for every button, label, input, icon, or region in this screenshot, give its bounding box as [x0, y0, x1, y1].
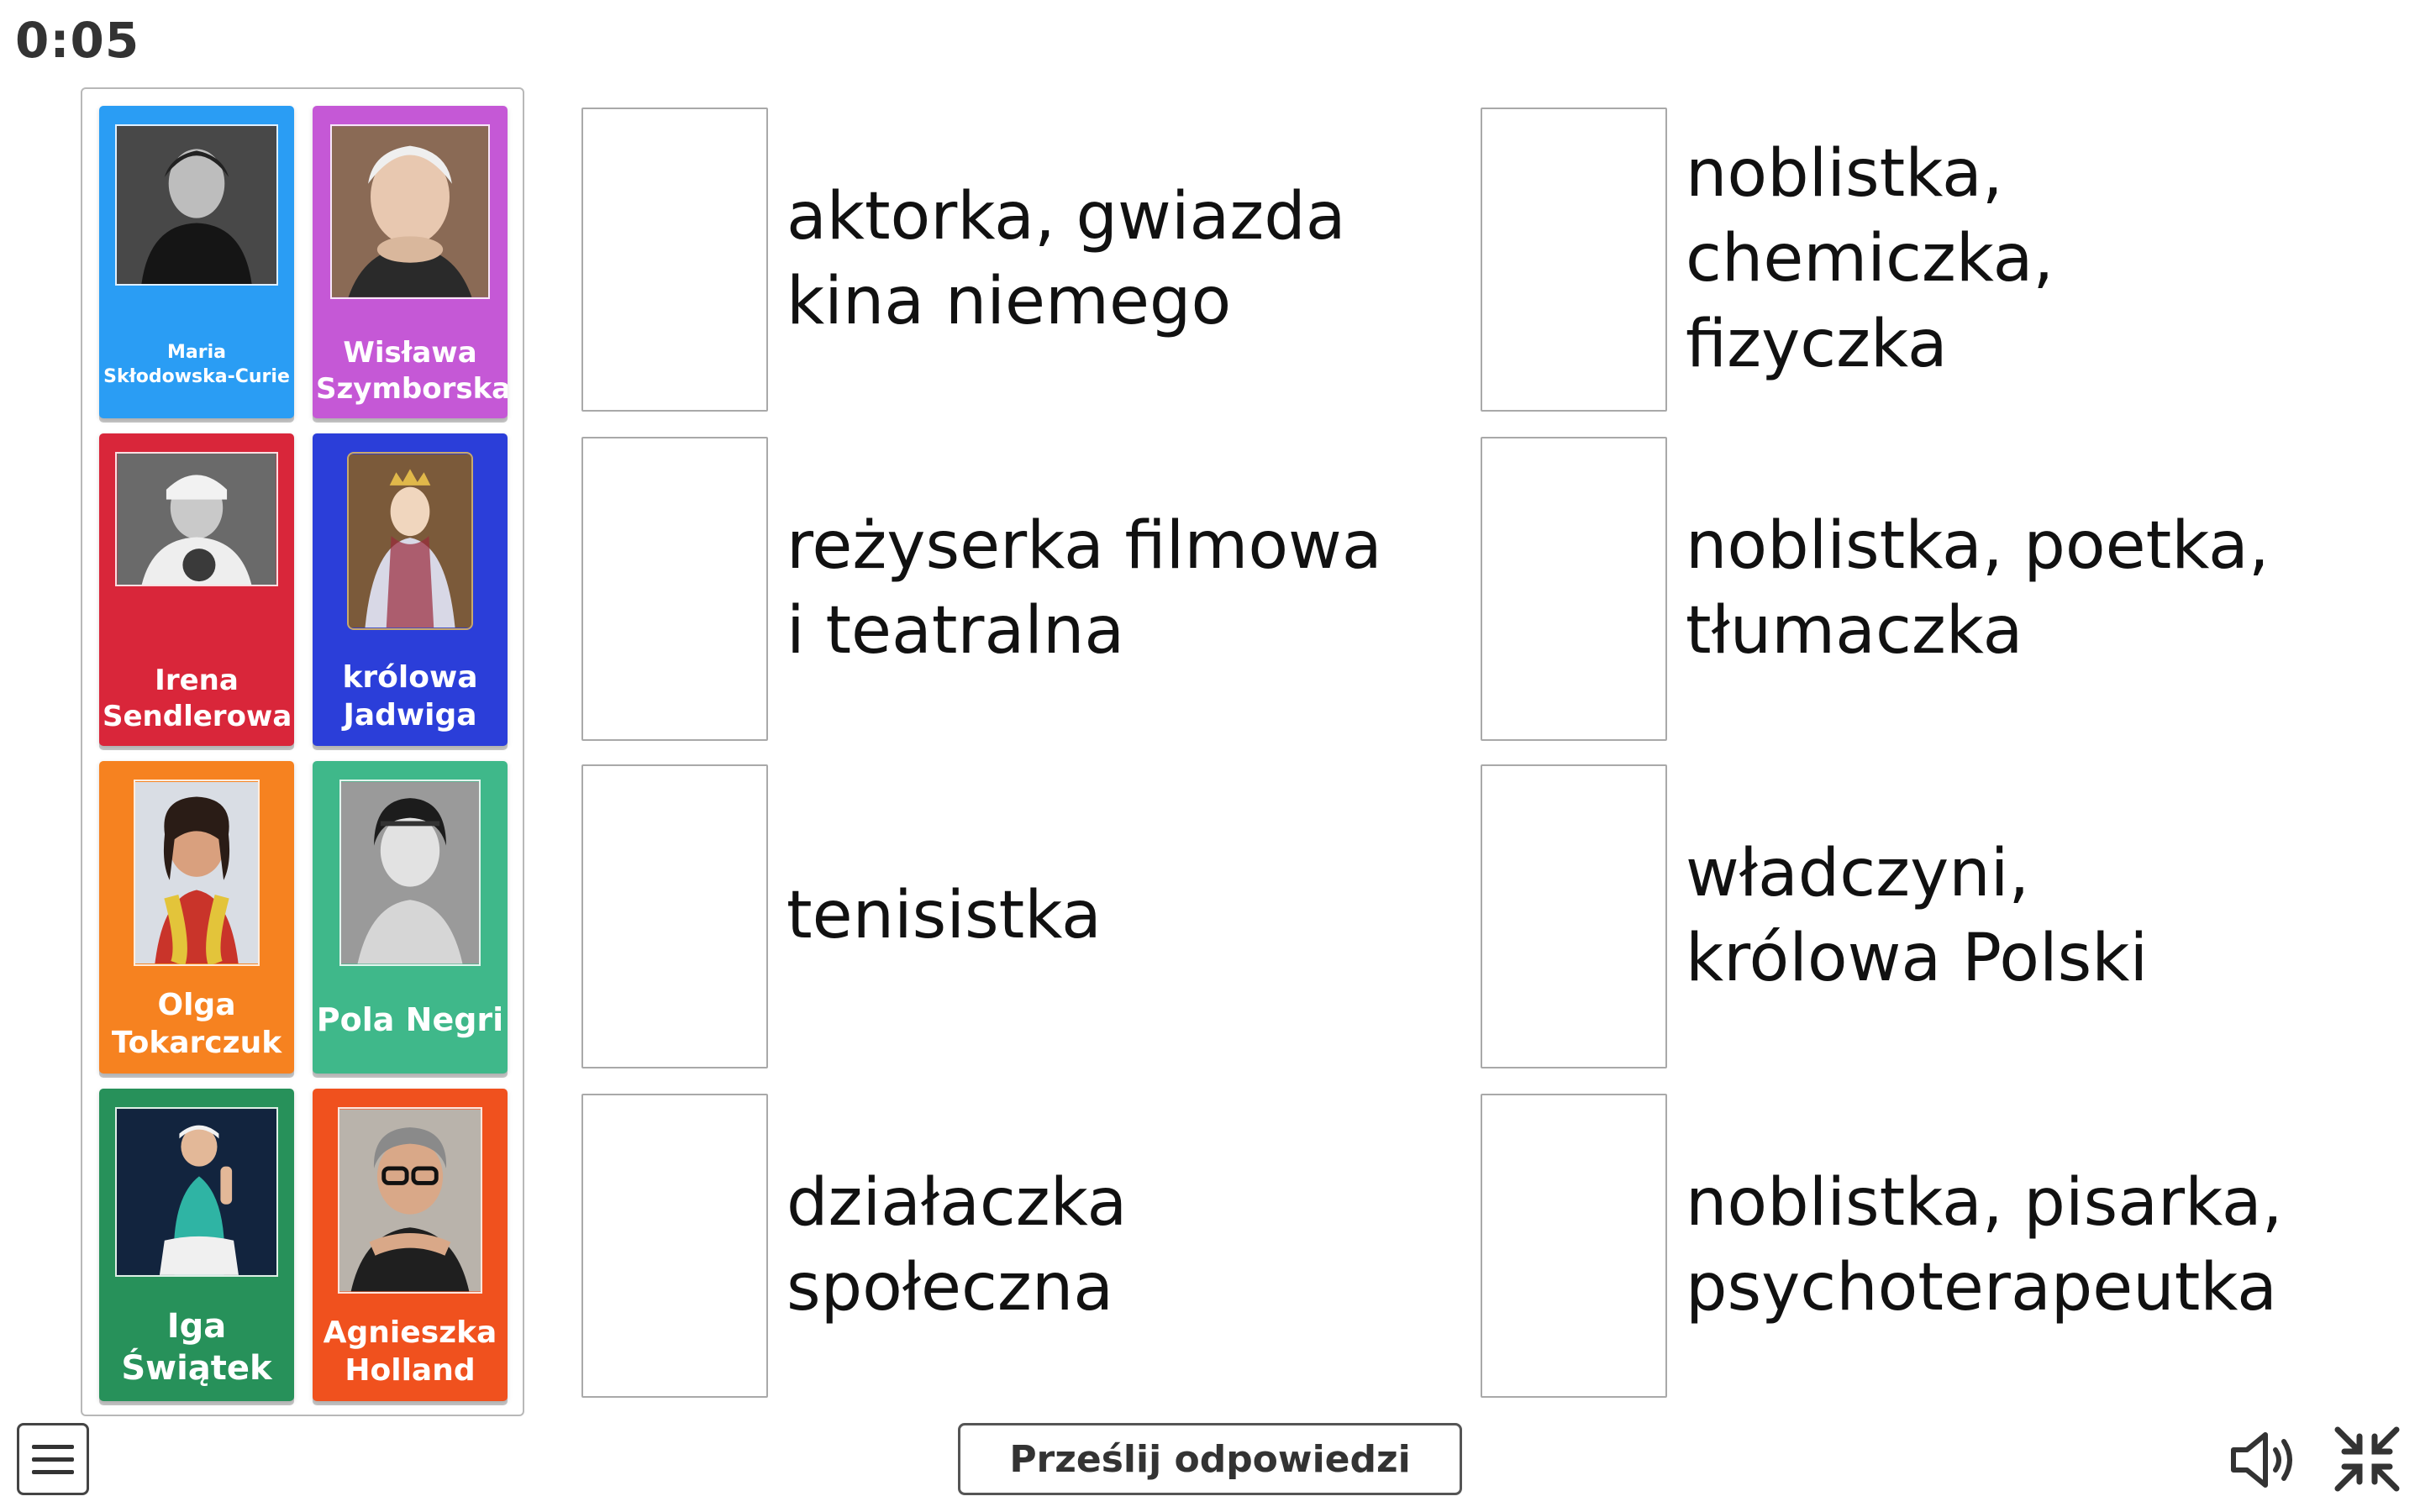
portrait-iga-swiatek [115, 1107, 278, 1277]
timer: 0:05 [15, 12, 140, 69]
card-maria-sklodowska-curie[interactable]: Maria Skłodowska-Curie [99, 106, 294, 418]
portrait-olga-tokarczuk [134, 780, 260, 966]
card-wislawa-szymborska[interactable]: Wisława Szymborska [313, 106, 508, 418]
card-pola-negri[interactable]: Pola Negri [313, 761, 508, 1074]
card-label: Agnieszka Holland [323, 1315, 497, 1388]
hamburger-menu-icon[interactable] [17, 1423, 89, 1495]
drop-slot-5[interactable] [581, 764, 768, 1068]
description-2: noblistka, chemiczka, fizyczka [1686, 135, 2054, 382]
description-6: władczyni, królowa Polski [1686, 835, 2149, 996]
card-label: Iga Świątek [121, 1307, 272, 1388]
card-krolowa-jadwiga[interactable]: królowa Jadwiga [313, 433, 508, 746]
portrait-agnieszka-holland [338, 1107, 482, 1294]
card-label: Maria Skłodowska-Curie [103, 341, 290, 388]
drop-slot-6[interactable] [1481, 764, 1667, 1068]
drop-slot-1[interactable] [581, 108, 768, 412]
portrait-irena-sendlerowa [115, 452, 278, 586]
portrait-pola-negri [339, 780, 481, 966]
card-label: królowa Jadwiga [342, 660, 478, 732]
portrait-maria-sklodowska-curie [115, 124, 278, 286]
description-5: tenisistka [786, 878, 1102, 954]
card-label: Pola Negri [316, 1000, 504, 1038]
drop-slot-4[interactable] [1481, 437, 1667, 741]
drop-slot-8[interactable] [1481, 1094, 1667, 1398]
speaker-icon[interactable] [2228, 1428, 2299, 1492]
portrait-krolowa-jadwiga [347, 452, 473, 630]
description-3: reżyserka filmowa i teatralna [786, 507, 1382, 669]
drop-slot-7[interactable] [581, 1094, 768, 1398]
card-label: Olga Tokarczuk [111, 988, 282, 1060]
card-label: Irena Sendlerowa [103, 664, 292, 733]
card-olga-tokarczuk[interactable]: Olga Tokarczuk [99, 761, 294, 1074]
submit-answers-button[interactable]: Prześlij odpowiedzi [958, 1423, 1462, 1495]
portrait-wislawa-szymborska [330, 124, 490, 299]
description-7: działaczka społeczna [786, 1164, 1128, 1326]
drop-slot-2[interactable] [1481, 108, 1667, 412]
card-irena-sendlerowa[interactable]: Irena Sendlerowa [99, 433, 294, 746]
card-iga-swiatek[interactable]: Iga Świątek [99, 1089, 294, 1401]
drop-slot-3[interactable] [581, 437, 768, 741]
card-agnieszka-holland[interactable]: Agnieszka Holland [313, 1089, 508, 1401]
card-label: Wisława Szymborska [316, 336, 508, 406]
description-4: noblistka, poetka, tłumaczka [1686, 507, 2270, 669]
description-1: aktorka, gwiazda kina niemego [786, 178, 1346, 339]
exit-fullscreen-icon[interactable] [2333, 1425, 2402, 1494]
card-tray: Maria Skłodowska-Curie Wisława Szymborsk… [81, 87, 524, 1416]
description-8: noblistka, pisarka, psychoterapeutka [1686, 1164, 2283, 1326]
